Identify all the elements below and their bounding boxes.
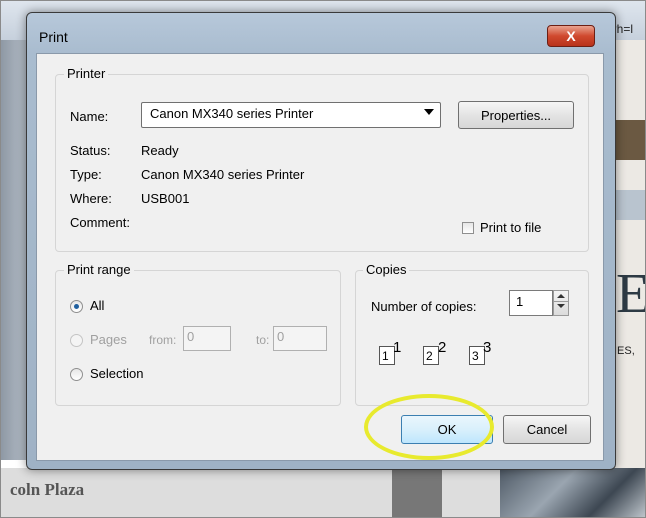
collate-page-number: 1 (393, 339, 402, 356)
properties-button[interactable]: Properties... (458, 101, 574, 129)
print-to-file-checkbox[interactable] (462, 222, 474, 234)
collate-page: 2 (423, 346, 439, 365)
status-label: Status: (70, 143, 111, 158)
name-label: Name: (70, 109, 109, 124)
copies-legend: Copies (363, 262, 410, 277)
arrow-down-icon (557, 304, 565, 308)
printer-name-value: Canon MX340 series Printer (150, 106, 314, 121)
all-radio[interactable] (70, 300, 83, 313)
where-label: Where: (70, 191, 112, 206)
where-value: USB001 (141, 191, 190, 206)
number-of-copies-label: Number of copies: (371, 299, 477, 314)
printer-group-legend: Printer (64, 66, 109, 81)
selection-radio-label: Selection (90, 366, 144, 381)
chevron-down-icon (424, 109, 434, 115)
from-label: from: (149, 333, 177, 347)
cancel-button[interactable]: Cancel (503, 415, 591, 444)
status-value: Ready (141, 143, 179, 158)
all-radio-label: All (90, 298, 105, 313)
from-page-input[interactable]: 0 (183, 326, 231, 351)
copies-input[interactable]: 1 (509, 290, 553, 316)
dialog-body: Printer Name: Canon MX340 series Printer… (36, 53, 604, 461)
dialog-title: Print (39, 29, 68, 45)
to-page-input[interactable]: 0 (273, 326, 327, 351)
collate-page-number: 3 (483, 339, 492, 356)
print-range-legend: Print range (64, 262, 134, 277)
copies-spinner[interactable] (553, 290, 569, 316)
comment-label: Comment: (70, 215, 130, 230)
to-label: to: (256, 333, 270, 347)
type-label: Type: (70, 167, 102, 182)
arrow-up-icon (557, 294, 565, 298)
type-value: Canon MX340 series Printer (141, 167, 305, 182)
close-icon: X (566, 28, 576, 44)
ok-button-highlight-annotation (364, 394, 494, 460)
print-to-file-label: Print to file (480, 220, 542, 235)
close-button[interactable]: X (547, 25, 595, 47)
collate-page-number: 2 (438, 339, 447, 356)
printer-name-dropdown[interactable]: Canon MX340 series Printer (141, 102, 441, 128)
pages-radio[interactable] (70, 334, 83, 347)
selection-radio[interactable] (70, 368, 83, 381)
print-dialog: Print X Printer Name: Canon MX340 series… (26, 12, 616, 470)
pages-radio-label: Pages (90, 332, 127, 347)
